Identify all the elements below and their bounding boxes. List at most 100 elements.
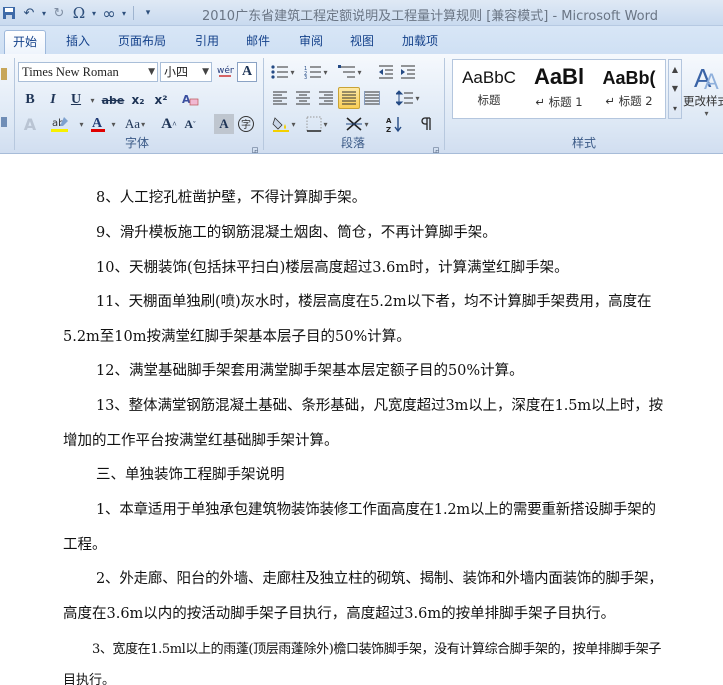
styles-gallery-scroll[interactable]: ▲ ▼ ▾	[668, 59, 682, 119]
doc-line-8: 增加的工作平台按满堂红基础脚手架计算。	[63, 433, 339, 449]
infinity-icon[interactable]: ∞	[100, 4, 118, 23]
ribbon-tabs: 开始 插入 页面布局 引用 邮件 审阅 视图 加载项	[0, 26, 723, 54]
text-effect-icon[interactable]: A	[18, 114, 42, 134]
style-heading-1[interactable]: AaBl ↵ 标题 1	[525, 62, 593, 118]
undo-dropdown-icon[interactable]: ▾	[40, 4, 48, 22]
gallery-more-icon[interactable]: ▾	[673, 104, 677, 113]
redo-icon[interactable]: ↻	[50, 4, 68, 22]
clipped-line	[96, 155, 496, 162]
styles-gallery: AaBbC 标题 AaBl ↵ 标题 1 AaBb( ↵ 标题 2	[452, 59, 666, 119]
italic-button[interactable]: I	[44, 90, 62, 110]
tab-page-layout[interactable]: 页面布局	[110, 30, 174, 54]
line-spacing-icon[interactable]: ▾	[394, 88, 422, 108]
multilevel-list-icon[interactable]: ▾	[336, 62, 364, 82]
shading-icon[interactable]: ▾	[270, 114, 298, 134]
save-icon[interactable]	[0, 4, 18, 22]
omega-dropdown-icon[interactable]: ▾	[90, 4, 98, 22]
bold-button[interactable]: B	[20, 90, 40, 110]
doc-line-15: 目执行。	[63, 673, 116, 685]
strikethrough-button[interactable]: abe	[100, 90, 126, 110]
style-heading-2[interactable]: AaBb( ↵ 标题 2	[595, 62, 663, 118]
window-title: 2010广东省建筑工程定额说明及工程量计算规则 [兼容模式] - Microso…	[201, 9, 659, 24]
underline-dropdown-icon[interactable]: ▾	[87, 90, 97, 110]
tab-mailings[interactable]: 邮件	[238, 30, 278, 54]
change-case-button[interactable]: Aa ▾	[122, 114, 148, 134]
styles-group-label: 样式	[571, 136, 596, 150]
increase-indent-icon[interactable]	[398, 62, 418, 82]
svg-text:A: A	[182, 93, 191, 106]
tab-insert[interactable]: 插入	[58, 30, 98, 54]
svg-text:Z: Z	[386, 126, 391, 133]
svg-text:wén: wén	[217, 65, 234, 76]
change-styles-icon: AA	[694, 63, 719, 93]
justify-icon[interactable]	[338, 87, 360, 109]
format-painter-stub-icon[interactable]	[0, 112, 10, 132]
distributed-align-icon[interactable]	[362, 88, 382, 108]
doc-line-1: 8、人工挖孔桩凿护壁，不得计算脚手架。	[96, 190, 367, 206]
grow-font-button[interactable]: A ^	[160, 114, 178, 134]
clear-format-icon[interactable]: wén	[215, 62, 235, 82]
char-border-a-icon[interactable]: A	[237, 62, 257, 82]
doc-line-5: 5.2m至10m按满堂红脚手架基本层子目的50%计算。	[63, 329, 411, 345]
doc-line-6: 12、满堂基础脚手架套用满堂脚手架基本层定额子目的50%计算。	[96, 363, 524, 379]
omega-icon[interactable]: Ω	[70, 4, 88, 22]
subscript-button[interactable]: x₂	[128, 90, 148, 110]
svg-text:字: 字	[241, 118, 251, 131]
change-styles-button[interactable]: AA 更改样式 ▾	[683, 58, 723, 122]
font-color-dropdown-icon[interactable]: ▾	[108, 114, 118, 134]
clipboard-stub-icon[interactable]	[0, 64, 10, 84]
char-shading-icon[interactable]: A	[214, 114, 234, 134]
style-title[interactable]: AaBbC 标题	[455, 62, 523, 118]
doc-line-3: 10、天棚装饰(包括抹平扫白)楼层高度超过3.6m时，计算满堂红脚手架。	[96, 260, 569, 276]
scroll-up-icon[interactable]: ▲	[672, 65, 678, 74]
doc-line-9: 三、单独装饰工程脚手架说明	[96, 467, 285, 483]
highlight-dropdown-icon[interactable]: ▾	[76, 114, 86, 134]
ribbon: Times New Roman ▼ 小四 ▼ wén A B I U ▾ abe…	[0, 54, 723, 154]
doc-line-14: 3、宽度在1.5ml以上的雨蓬(顶层雨蓬除外)檐口装饰脚手架，没有计算综合脚手架…	[92, 642, 661, 657]
numbering-icon[interactable]: 1 2 3 ▾	[302, 62, 330, 82]
decrease-indent-icon[interactable]	[376, 62, 396, 82]
doc-line-2: 9、滑升模板施工的钢筋混凝土烟囱、筒仓，不再计算脚手架。	[96, 225, 497, 241]
undo-icon[interactable]: ↶	[20, 4, 38, 22]
scroll-down-icon[interactable]: ▼	[672, 84, 678, 93]
doc-line-11: 工程。	[63, 537, 107, 553]
font-size-value: 小四	[164, 65, 189, 79]
show-formatting-icon[interactable]	[416, 114, 436, 134]
document-page[interactable]: 8、人工挖孔桩凿护壁，不得计算脚手架。 9、滑升模板施工的钢筋混凝土烟囱、筒仓，…	[0, 155, 723, 685]
superscript-button[interactable]: x²	[151, 90, 171, 110]
font-size-combo[interactable]: 小四 ▼	[160, 62, 212, 82]
svg-text:3: 3	[304, 75, 307, 79]
chevron-down-icon[interactable]: ▼	[148, 63, 155, 81]
highlight-icon[interactable]: ab	[48, 114, 76, 134]
shrink-font-button[interactable]: Aˇ	[181, 114, 199, 134]
align-center-icon[interactable]	[293, 88, 313, 108]
enclose-char-icon[interactable]: 字	[236, 114, 256, 134]
eraser-format-icon[interactable]: A	[180, 90, 202, 110]
svg-text:A: A	[386, 117, 392, 125]
svg-text:A: A	[704, 69, 719, 93]
font-color-icon[interactable]: A	[88, 114, 108, 134]
tab-review[interactable]: 审阅	[291, 30, 331, 54]
sort-icon[interactable]: AZ	[384, 114, 406, 134]
tab-references[interactable]: 引用	[187, 30, 227, 54]
align-left-icon[interactable]	[270, 88, 290, 108]
change-styles-dropdown-icon[interactable]: ▾	[704, 109, 708, 118]
underline-button[interactable]: U	[66, 90, 86, 110]
quick-access-toolbar: ↶ ▾ ↻ Ω ▾ ∞ ▾ ▾	[0, 3, 157, 23]
tab-home[interactable]: 开始	[4, 30, 47, 54]
title-bar: ↶ ▾ ↻ Ω ▾ ∞ ▾ ▾ 2010广东省建筑工程定额说明及工程量计算规则 …	[0, 0, 723, 26]
tab-addins[interactable]: 加载项	[394, 30, 446, 54]
doc-line-13: 高度在3.6m以内的按活动脚手架子目执行，高度超过3.6m的按单排脚手架子目执行…	[63, 606, 616, 622]
doc-line-4: 11、天棚面单独刷(喷)灰水时，楼层高度在5.2m以下者，均不计算脚手架费用，高…	[96, 294, 652, 310]
font-name-combo[interactable]: Times New Roman ▼	[18, 62, 158, 82]
paragraph-group-label: 段落	[340, 136, 365, 150]
doc-line-12: 2、外走廊、阳台的外墙、走廊柱及独立柱的砌筑、揭制、装饰和外墙内面装饰的脚手架，	[96, 571, 663, 587]
tab-view[interactable]: 视图	[342, 30, 382, 54]
bullets-icon[interactable]: ▾	[270, 62, 296, 82]
borders-icon[interactable]: ▾	[302, 114, 332, 134]
align-right-icon[interactable]	[316, 88, 336, 108]
font-group-label: 字体	[124, 136, 149, 150]
chevron-down-icon[interactable]: ▼	[202, 63, 209, 81]
infinity-dropdown-icon[interactable]: ▾	[120, 4, 128, 22]
asian-layout-icon[interactable]: ▾	[342, 114, 372, 134]
